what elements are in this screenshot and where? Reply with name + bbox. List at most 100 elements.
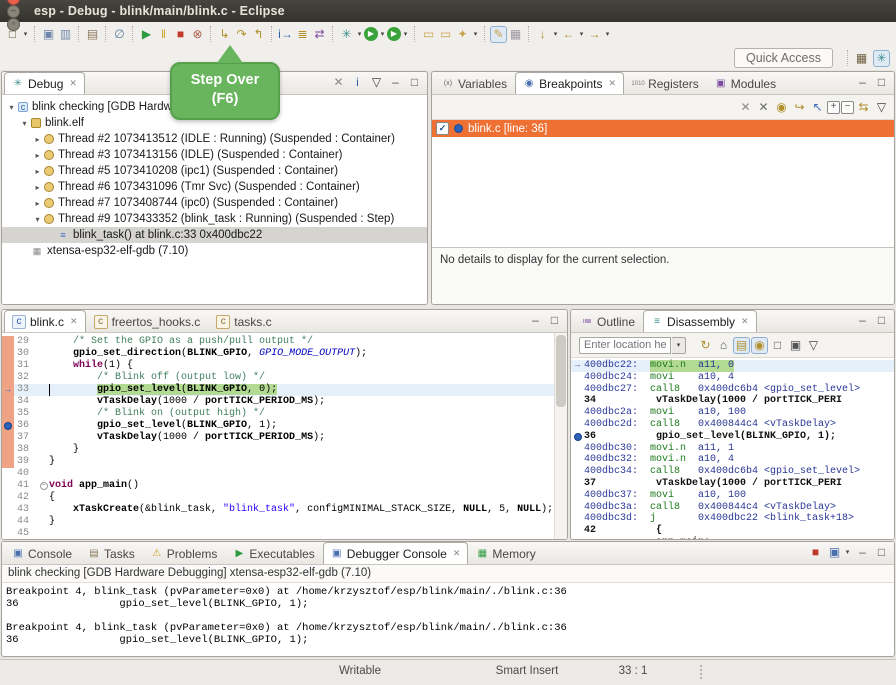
close-tab-icon[interactable]: ✕	[70, 316, 78, 327]
editor-line[interactable]: →33 gpio_set_level(BLINK_GPIO, 0);	[2, 384, 555, 396]
save-all-icon[interactable]: ▥	[57, 26, 74, 43]
debug-perspective-icon[interactable]: ✳	[873, 50, 890, 67]
tab-debugger-console[interactable]: ▣Debugger Console✕	[323, 542, 469, 564]
close-tab-icon[interactable]: ✕	[741, 316, 749, 327]
run-launch-dropdown-icon[interactable]: ▾	[378, 30, 387, 38]
minimize-icon[interactable]: ‒	[854, 543, 871, 560]
instruction-stepping-icon[interactable]: i→	[277, 26, 294, 43]
breakpoint-checkbox[interactable]: ✓	[436, 122, 449, 135]
tab-modules[interactable]: ▣Modules	[707, 72, 784, 94]
display-console-dropdown-icon[interactable]: ▾	[843, 548, 852, 556]
maximize-icon[interactable]: □	[546, 311, 563, 328]
tab-tasks[interactable]: ▤Tasks	[80, 542, 143, 564]
external-tools-dropdown-icon[interactable]: ▾	[401, 30, 410, 38]
last-edit-location-dropdown-icon[interactable]: ▾	[551, 30, 560, 38]
stop-icon[interactable]: ■	[807, 543, 824, 560]
debug-launch-dropdown-icon[interactable]: ▾	[355, 30, 364, 38]
last-edit-location-icon[interactable]: ↓	[534, 26, 551, 43]
show-source-icon[interactable]: ▤	[733, 337, 750, 354]
disassembly-line[interactable]: 400dbc2d: call8 0x400844c4 <vTaskDelay>	[571, 419, 894, 431]
tab-executables[interactable]: ▶Executables	[225, 542, 322, 564]
step-over-icon[interactable]: ↷	[233, 26, 250, 43]
terminate-icon[interactable]: ■	[172, 26, 189, 43]
tab-disassembly[interactable]: ≡Disassembly✕	[643, 310, 757, 332]
close-tab-icon[interactable]: ✕	[453, 548, 461, 559]
close-tab-icon[interactable]: ✕	[609, 78, 617, 89]
disassembly-line[interactable]: 400dbc30: movi.n a11, 1	[571, 443, 894, 455]
debug-tree-item[interactable]: ▸Thread #5 1073410208 (ipc1) (Suspended …	[2, 163, 427, 179]
close-button[interactable]: ✕	[7, 0, 20, 5]
skip-all-breakpoints-icon[interactable]: ∅	[111, 26, 128, 43]
editor-line[interactable]: 30 gpio_set_direction(BLINK_GPIO, GPIO_M…	[2, 348, 555, 360]
block-selection-icon[interactable]: ▦	[507, 26, 524, 43]
back-dropdown-icon[interactable]: ▾	[577, 30, 586, 38]
link-with-debug-icon[interactable]: ⇆	[855, 99, 872, 116]
run-launch-icon[interactable]: ▶	[364, 27, 378, 41]
debug-launch-icon[interactable]: ✳	[338, 26, 355, 43]
editor-scrollbar[interactable]	[554, 333, 567, 539]
show-debug-elements-icon[interactable]: ≣	[294, 26, 311, 43]
debug-tree-item[interactable]: ▸Thread #7 1073408744 (ipc0) (Suspended …	[2, 195, 427, 211]
quick-access-button[interactable]: Quick Access	[734, 48, 833, 68]
remove-breakpoint-icon[interactable]: ✕	[737, 99, 754, 116]
collapse-all-icon[interactable]: −	[841, 101, 854, 114]
debug-tree-item[interactable]: ▸Thread #3 1073413156 (IDLE) (Suspended …	[2, 147, 427, 163]
close-tab-icon[interactable]: ✕	[69, 78, 77, 89]
maximize-icon[interactable]: □	[873, 311, 890, 328]
tree-collapse-arrow[interactable]: ▾	[6, 103, 17, 112]
tree-expand-arrow[interactable]: ▸	[32, 199, 43, 208]
fold-collapse-icon[interactable]: −	[38, 482, 49, 490]
external-tools-icon[interactable]: ▶	[387, 27, 401, 41]
editor-line[interactable]: 29 /* Set the GPIO as a push/pull output…	[2, 336, 555, 348]
disassembly-line[interactable]: →400dbc22: movi.n a11, 0	[571, 360, 894, 372]
tab-freertos-hooks-c[interactable]: cfreertos_hooks.c	[86, 310, 209, 332]
disasm-location-input[interactable]	[579, 337, 671, 354]
breakpoint-row[interactable]: ✓ blink.c [line: 36]	[432, 120, 894, 137]
minimize-icon[interactable]: ‒	[387, 73, 404, 90]
search-flashlight-icon[interactable]: ✦	[454, 26, 471, 43]
editor-line[interactable]: 32 /* Blink off (output low) */	[2, 372, 555, 384]
editor-line[interactable]: 34 vTaskDelay(1000 / portTICK_PERIOD_MS)…	[2, 396, 555, 408]
save-icon[interactable]: ▣	[40, 26, 57, 43]
code-editor[interactable]: 29 /* Set the GPIO as a push/pull output…	[2, 333, 567, 539]
tree-collapse-arrow[interactable]: ▾	[19, 119, 30, 128]
tab-debug[interactable]: ✳Debug✕	[4, 72, 85, 94]
sync-context-icon[interactable]: ◉	[751, 337, 768, 354]
location-dropdown-icon[interactable]: ▾	[672, 337, 686, 354]
editor-line[interactable]: 42{	[2, 492, 555, 504]
disassembly-line[interactable]: 400dbc3d: j 0x400dbc22 <blink_task+18>	[571, 513, 894, 525]
editor-line[interactable]: 38 }	[2, 444, 555, 456]
debug-tree-item[interactable]: ▦xtensa-esp32-elf-gdb (7.10)	[2, 243, 427, 259]
suspend-icon[interactable]: ‖	[155, 26, 172, 43]
show-breakpoints-for-selected-icon[interactable]: ◉	[773, 99, 790, 116]
editor-line[interactable]: 43 xTaskCreate(&blink_task, "blink_task"…	[2, 504, 555, 516]
editor-line[interactable]: 37 vTaskDelay(1000 / portTICK_PERIOD_MS)…	[2, 432, 555, 444]
new-wizard-dropdown-icon[interactable]: ▾	[21, 30, 30, 38]
tree-expand-arrow[interactable]: ▸	[32, 183, 43, 192]
minimize-icon[interactable]: ‒	[527, 311, 544, 328]
tab-tasks-c[interactable]: ctasks.c	[208, 310, 279, 332]
new-view-icon[interactable]: □	[769, 337, 786, 354]
console-output[interactable]: Breakpoint 4, blink_task (pvParameter=0x…	[2, 583, 894, 656]
editor-line[interactable]: 36 gpio_set_level(BLINK_GPIO, 1);	[2, 420, 555, 432]
search-flashlight-dropdown-icon[interactable]: ▾	[471, 30, 480, 38]
disassembly-line[interactable]: 400dbc24: movi a10, 4	[571, 372, 894, 384]
maximize-icon[interactable]: □	[873, 73, 890, 90]
disassembly-line[interactable]: 34 vTaskDelay(1000 / portTICK_PERI	[571, 395, 894, 407]
tab-breakpoints[interactable]: ◉Breakpoints✕	[515, 72, 624, 94]
tab-outline[interactable]: ≔Outline	[573, 310, 643, 332]
disassembly-line[interactable]: 400dbc34: call8 0x400dc6b4 <gpio_set_lev…	[571, 466, 894, 478]
view-menu-icon[interactable]: ▽	[805, 337, 822, 354]
home-icon[interactable]: ⌂	[715, 337, 732, 354]
tree-collapse-arrow[interactable]: ▾	[32, 215, 43, 224]
mark-occurrences-icon[interactable]: ✎	[490, 26, 507, 43]
tree-expand-arrow[interactable]: ▸	[32, 135, 43, 144]
disassembly-line[interactable]: app_main:	[571, 537, 894, 539]
minimize-icon[interactable]: ‒	[854, 311, 871, 328]
open-resource-icon[interactable]: ▭	[437, 26, 454, 43]
back-icon[interactable]: ←	[560, 26, 577, 43]
tab-blink-c[interactable]: cblink.c✕	[4, 310, 86, 332]
maximize-button[interactable]: ▫	[7, 18, 20, 31]
editor-line[interactable]: 44}	[2, 516, 555, 528]
tab-registers[interactable]: 1010Registers	[624, 72, 707, 94]
